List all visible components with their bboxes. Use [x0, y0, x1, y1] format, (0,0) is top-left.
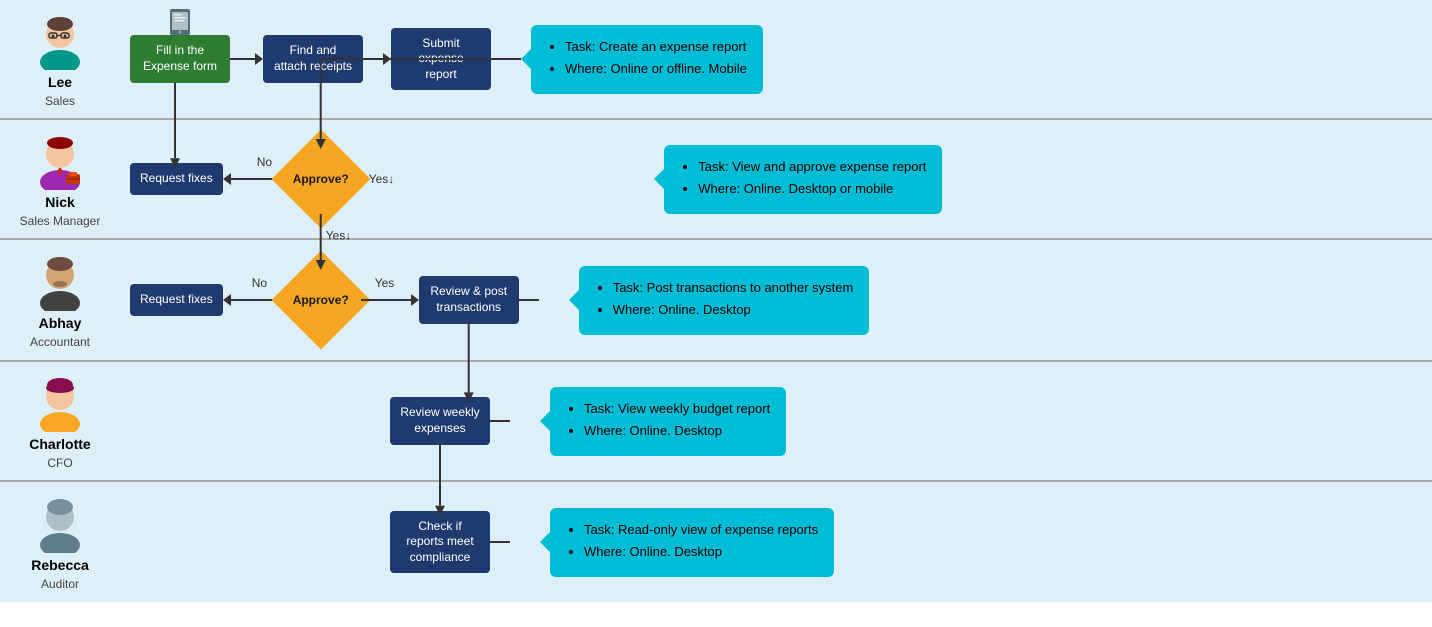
nick-flow: Request fixes No Approve? Yes↓ [120, 124, 1432, 234]
avatar-lee [30, 10, 90, 70]
actor-abhay: Abhay Accountant [0, 241, 120, 359]
actor-abhay-name: Abhay [39, 315, 82, 331]
lee-box1[interactable]: Fill in the Expense form [130, 35, 230, 82]
abhay-callout: Task: Post transactions to another syste… [579, 266, 870, 335]
swimlane-nick: Nick Sales Manager Request fixes No Ap [0, 120, 1432, 240]
abhay-flow: Request fixes No Approve? Yes [120, 240, 1432, 360]
tablet-icon [165, 7, 195, 37]
swimlane-rebecca: Rebecca Auditor Check if reports meet co… [0, 482, 1432, 602]
actor-lee: Lee Sales [0, 0, 120, 118]
lee-box3[interactable]: Submit expense report [391, 28, 491, 91]
actor-rebecca: Rebecca Auditor [0, 483, 120, 601]
avatar-charlotte [30, 372, 90, 432]
actor-rebecca-role: Auditor [41, 577, 79, 591]
abhay-box2[interactable]: Review & post transactions [419, 276, 519, 323]
charlotte-box1[interactable]: Review weekly expenses [390, 397, 490, 444]
actor-nick-name: Nick [45, 194, 75, 210]
charlotte-callout: Task: View weekly budget report Where: O… [550, 387, 786, 456]
swimlane-abhay: Abhay Accountant Request fixes No Appr [0, 240, 1432, 362]
avatar-abhay [30, 251, 90, 311]
lee-arrow2 [363, 53, 391, 65]
lee-box2[interactable]: Find and attach receipts [263, 35, 363, 82]
actor-rebecca-name: Rebecca [31, 557, 89, 573]
lee-flow: Fill in the Expense form Find and attach… [120, 4, 1432, 114]
actor-charlotte-role: CFO [47, 456, 72, 470]
actor-charlotte-name: Charlotte [29, 436, 90, 452]
actor-charlotte: Charlotte CFO [0, 362, 120, 480]
rebecca-callout: Task: Read-only view of expense reports … [550, 508, 834, 577]
swimlane-charlotte: Charlotte CFO Review weekly expenses T [0, 362, 1432, 482]
abhay-no-label: No [248, 276, 271, 290]
abhay-arrow3 [519, 299, 539, 301]
charlotte-flow: Review weekly expenses Task: View weekly… [120, 366, 1432, 476]
charlotte-arrow1 [490, 420, 510, 422]
avatar-rebecca [30, 493, 90, 553]
nick-box1[interactable]: Request fixes [130, 163, 223, 195]
rebecca-arrow1 [490, 541, 510, 543]
nick-no-label: No [253, 155, 276, 169]
nick-yes-label: Yes↓ [369, 172, 395, 186]
lee-callout: Task: Create an expense report Where: On… [531, 25, 763, 94]
rebecca-box1[interactable]: Check if reports meet compliance [390, 511, 490, 574]
nick-callout: Task: View and approve expense report Wh… [664, 145, 942, 214]
actor-lee-name: Lee [48, 74, 72, 90]
actor-nick: Nick Sales Manager [0, 120, 120, 238]
actor-abhay-role: Accountant [30, 335, 90, 349]
actor-nick-role: Sales Manager [20, 214, 101, 228]
abhay-yes-label: Yes [371, 276, 399, 290]
lee-arrow1 [230, 53, 263, 65]
actor-lee-role: Sales [45, 94, 75, 108]
avatar-nick [30, 130, 90, 190]
nick-decision: Approve? [281, 144, 361, 214]
diagram-wrapper: Yes↓ Lee Sales [0, 0, 1432, 602]
abhay-arrow-yes: Yes [361, 294, 419, 306]
abhay-box1[interactable]: Request fixes [130, 284, 223, 316]
rebecca-flow: Check if reports meet compliance Task: R… [120, 482, 1432, 602]
swimlane-lee: Lee Sales [0, 0, 1432, 120]
abhay-decision: Approve? [281, 265, 361, 335]
